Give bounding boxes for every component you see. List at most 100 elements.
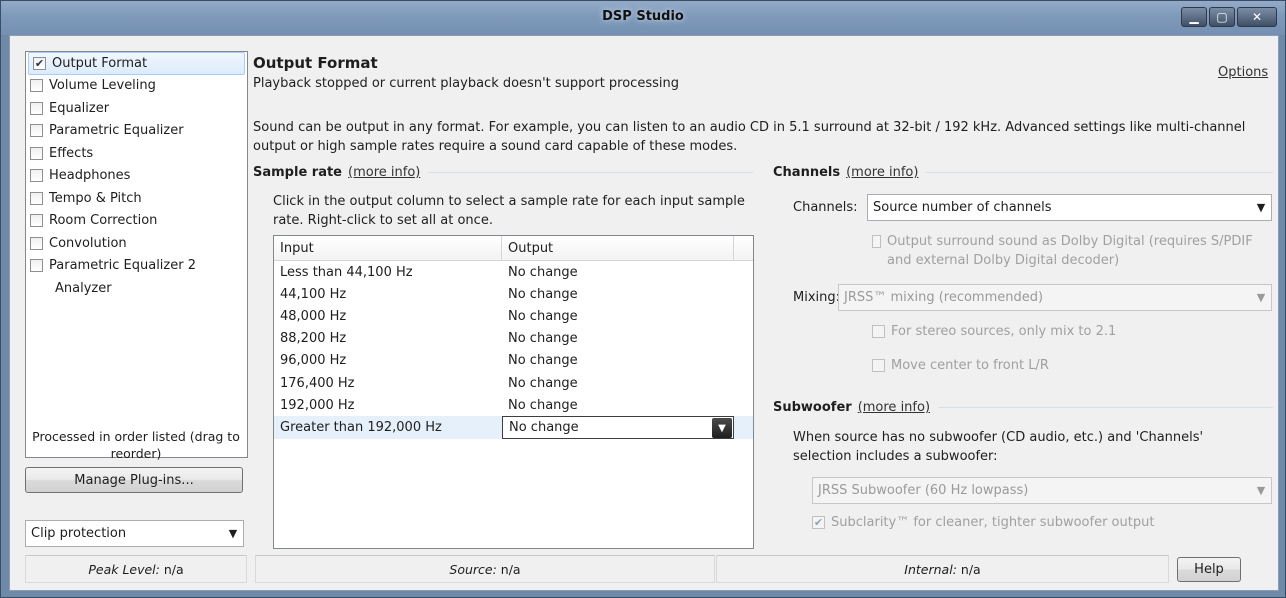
plugin-checkbox[interactable] xyxy=(30,124,43,138)
plugin-label: Headphones xyxy=(49,168,131,184)
plugin-label: Effects xyxy=(49,145,94,161)
minimize-icon[interactable]: ▁ xyxy=(1181,7,1207,27)
plugin-item[interactable]: ✔ Output Format xyxy=(28,52,245,75)
table-row[interactable]: 48,000 Hz No change xyxy=(274,305,753,327)
subclarity-checkbox[interactable]: ✔ xyxy=(812,516,825,529)
plugin-checkbox[interactable] xyxy=(30,169,43,183)
column-header-input[interactable]: Input xyxy=(274,236,502,260)
maximize-icon[interactable]: ▢ xyxy=(1209,7,1235,27)
window-title: DSP Studio xyxy=(602,9,684,24)
table-row[interactable]: Greater than 192,000 Hz No change ▼ xyxy=(274,416,753,439)
sample-rate-title: Sample rate xyxy=(253,165,343,180)
divider xyxy=(428,172,753,173)
output-rate-cell[interactable]: No change xyxy=(502,261,734,283)
subclarity-option[interactable]: ✔ Subclarity™ for cleaner, tighter subwo… xyxy=(812,513,1154,532)
mixing-label: Mixing: xyxy=(793,290,841,305)
input-rate-cell: 96,000 Hz xyxy=(280,353,347,369)
plugin-checkbox[interactable] xyxy=(30,191,43,205)
plugin-item[interactable]: Volume Leveling xyxy=(26,75,247,98)
table-row[interactable]: 88,200 Hz No change xyxy=(274,328,753,350)
chevron-down-icon[interactable]: ▼ xyxy=(223,521,243,546)
output-rate-cell[interactable]: No change xyxy=(502,283,734,305)
title-bar[interactable]: DSP Studio ▁ ▢ ✕ xyxy=(1,1,1285,35)
center-front-option[interactable]: Move center to front L/R xyxy=(872,356,1049,375)
stereo-mix-option[interactable]: For stereo sources, only mix to 2.1 xyxy=(872,322,1116,341)
plugin-checkbox[interactable] xyxy=(30,214,43,228)
description: Sound can be output in any format. For e… xyxy=(253,120,1246,154)
mixing-value: JRSS™ mixing (recommended) xyxy=(844,290,1044,305)
stereo-mix-checkbox[interactable] xyxy=(872,325,885,338)
plugin-checkbox[interactable] xyxy=(30,79,43,93)
output-rate-cell[interactable]: No change ▼ xyxy=(502,416,734,439)
peak-level-label: Peak Level: xyxy=(88,561,160,577)
input-rate-cell: 176,400 Hz xyxy=(280,375,355,391)
subwoofer-title: Subwoofer xyxy=(773,400,852,415)
close-icon[interactable]: ✕ xyxy=(1237,7,1277,27)
channels-title: Channels xyxy=(773,165,841,180)
sample-rate-table[interactable]: Input Output Less than 44,100 Hz No chang… xyxy=(273,235,754,549)
input-rate-cell: 88,200 Hz xyxy=(280,331,347,347)
table-row[interactable]: 96,000 Hz No change xyxy=(274,350,753,372)
column-header-output[interactable]: Output xyxy=(502,236,734,260)
plugin-list[interactable]: ✔ Output Format Volume Leveling Equalizer Pa… xyxy=(25,51,248,458)
output-rate-cell[interactable]: No change xyxy=(502,350,734,372)
page-title: Output Format xyxy=(253,54,378,72)
plugin-checkbox[interactable] xyxy=(30,146,43,160)
plugin-item[interactable]: Headphones xyxy=(26,165,247,188)
output-rate-value: No change xyxy=(508,308,578,324)
table-row[interactable]: 44,100 Hz No change xyxy=(274,283,753,305)
plugin-item[interactable]: Parametric Equalizer xyxy=(26,120,247,143)
output-rate-cell[interactable]: No change xyxy=(502,328,734,350)
table-row[interactable]: 176,400 Hz No change xyxy=(274,372,753,394)
plugin-label: Equalizer xyxy=(49,100,110,116)
internal-label: Internal: xyxy=(904,561,957,577)
plugin-item[interactable]: Equalizer xyxy=(26,97,247,120)
help-button[interactable]: Help xyxy=(1177,557,1241,582)
plugin-checkbox[interactable] xyxy=(30,259,43,273)
chevron-down-icon[interactable]: ▼ xyxy=(1251,285,1271,310)
channels-more-info-link[interactable]: (more info) xyxy=(846,165,918,180)
input-rate-cell: 48,000 Hz xyxy=(280,308,347,324)
input-rate-cell: Greater than 192,000 Hz xyxy=(280,419,442,435)
plugin-label: Parametric Equalizer 2 xyxy=(49,258,196,274)
divider xyxy=(926,172,1273,173)
peak-level-status: Peak Level: n/a xyxy=(25,555,247,583)
dolby-digital-option[interactable]: Output surround sound as Dolby Digital (… xyxy=(872,232,1272,270)
plugin-item[interactable]: Analyzer xyxy=(26,277,247,300)
mixing-select[interactable]: JRSS™ mixing (recommended) ▼ xyxy=(838,284,1272,311)
plugin-label: Analyzer xyxy=(55,280,112,296)
dolby-digital-checkbox[interactable] xyxy=(872,235,882,248)
plugin-item[interactable]: Tempo & Pitch xyxy=(26,187,247,210)
plugin-item[interactable]: Effects xyxy=(26,142,247,165)
window-controls: ▁ ▢ ✕ xyxy=(1181,7,1277,27)
plugin-checkbox[interactable] xyxy=(30,101,43,115)
table-row[interactable]: 192,000 Hz No change xyxy=(274,394,753,416)
output-rate-cell[interactable]: No change xyxy=(502,372,734,394)
output-rate-cell[interactable]: No change xyxy=(502,305,734,327)
internal-value: n/a xyxy=(960,561,981,577)
channels-select[interactable]: Source number of channels ▼ xyxy=(867,194,1272,221)
clip-protection-select[interactable]: Clip protection ▼ xyxy=(25,520,244,547)
peak-level-value: n/a xyxy=(163,561,184,577)
table-row[interactable]: Less than 44,100 Hz No change xyxy=(274,261,753,283)
dialog-body: ✔ Output Format Volume Leveling Equalizer Pa… xyxy=(9,35,1279,591)
plugin-checkbox[interactable]: ✔ xyxy=(33,56,46,70)
plugin-item[interactable]: Parametric Equalizer 2 xyxy=(26,255,247,278)
chevron-down-icon[interactable]: ▼ xyxy=(712,418,732,439)
chevron-down-icon[interactable]: ▼ xyxy=(1251,195,1271,220)
output-rate-value: No change xyxy=(509,419,579,435)
plugin-item[interactable]: Convolution xyxy=(26,232,247,255)
plugin-item[interactable]: Room Correction xyxy=(26,210,247,233)
subwoofer-more-info-link[interactable]: (more info) xyxy=(858,400,930,415)
channels-heading: Channels (more info) xyxy=(773,165,1273,180)
subwoofer-select[interactable]: JRSS Subwoofer (60 Hz lowpass) ▼ xyxy=(812,477,1272,504)
manage-plugins-button[interactable]: Manage Plug-ins... xyxy=(25,467,243,493)
plugin-checkbox[interactable] xyxy=(30,236,43,250)
chevron-down-icon[interactable]: ▼ xyxy=(1251,478,1271,503)
input-rate-cell: 192,000 Hz xyxy=(280,397,355,413)
options-link[interactable]: Options xyxy=(1218,65,1268,80)
center-front-checkbox[interactable] xyxy=(872,359,885,372)
sample-rate-more-info-link[interactable]: (more info) xyxy=(348,165,420,180)
output-rate-cell[interactable]: No change xyxy=(502,394,734,416)
column-header-filler xyxy=(734,236,753,260)
